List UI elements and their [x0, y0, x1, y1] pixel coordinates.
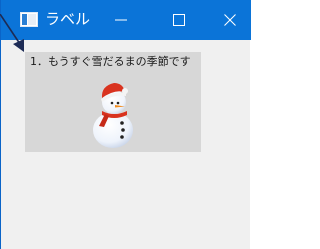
window-client-area: 1．もうすぐ雪だるまの季節です — [1, 40, 251, 249]
close-icon — [224, 14, 236, 26]
maximize-button[interactable] — [163, 0, 195, 40]
label-text: 1．もうすぐ雪だるまの季節です — [30, 55, 191, 68]
pointer-arrow-icon — [0, 14, 24, 52]
label-control: 1．もうすぐ雪だるまの季節です — [25, 52, 201, 152]
maximize-icon — [173, 14, 185, 26]
title-bar[interactable]: ラベル — [1, 0, 251, 40]
snowman-icon — [93, 83, 133, 148]
close-button[interactable] — [214, 0, 246, 40]
window-title: ラベル — [45, 10, 91, 28]
minimize-icon — [115, 19, 127, 21]
minimize-button[interactable] — [105, 0, 137, 40]
app-window: ラベル 1．もうすぐ雪だるまの季節です — [0, 0, 251, 249]
